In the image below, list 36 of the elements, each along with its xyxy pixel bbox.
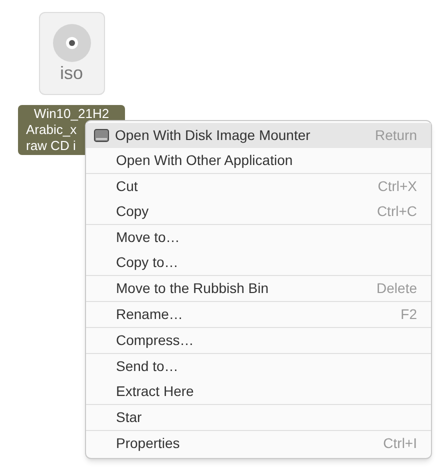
menu-item-label: Copy to… [116, 253, 180, 272]
shortcut-label: F2 [400, 305, 417, 324]
shortcut-label: Delete [376, 279, 417, 298]
menu-item-label: Star [116, 408, 143, 427]
menu-item[interactable]: Copy Ctrl+C [86, 199, 431, 224]
menu-item-label: Compress… [116, 331, 195, 350]
file-name-text: Win10_21H2 [34, 106, 110, 122]
menu-item-label: Send to… [116, 357, 180, 376]
menu-item[interactable]: Copy to… [86, 250, 431, 275]
menu-item[interactable]: Cut Ctrl+X [86, 174, 431, 199]
menu-item[interactable]: Rename… F2 [86, 302, 431, 327]
menu-item-label: Properties [116, 434, 181, 453]
menu-item-label: Rename… [116, 305, 184, 324]
menu-item[interactable]: Open With Disk Image Mounter Return [86, 123, 431, 148]
disc-icon [52, 23, 92, 63]
shortcut-label: Ctrl+C [376, 202, 417, 221]
menu-item-label: Copy [116, 202, 150, 221]
menu-item-label: Move to… [116, 228, 181, 247]
menu-item[interactable]: Move to the Rubbish Bin Delete [86, 276, 431, 301]
menu-item[interactable]: Compress… [86, 328, 431, 353]
shortcut-label: Ctrl+I [383, 434, 417, 453]
menu-item[interactable]: Extract Here [86, 379, 431, 404]
disc-file-icon[interactable]: iso [38, 12, 104, 95]
file-name-text: Arabic_x [26, 122, 77, 138]
shortcut-label: Return [374, 126, 417, 145]
shortcut-label: Ctrl+X [378, 177, 417, 196]
menu-item-label: Cut [116, 177, 139, 196]
file-name-text: raw CD i [26, 138, 76, 154]
menu-item[interactable]: Properties Ctrl+I [86, 431, 431, 456]
file-type-label: iso [60, 64, 83, 82]
menu-item-label: Extract Here [116, 382, 195, 401]
menu-item-label: Move to the Rubbish Bin [116, 279, 270, 298]
menu-item[interactable]: Move to… [86, 225, 431, 250]
drive-icon [94, 129, 109, 142]
menu-item[interactable]: Star [86, 405, 431, 430]
menu-item[interactable]: Send to… [86, 354, 431, 379]
